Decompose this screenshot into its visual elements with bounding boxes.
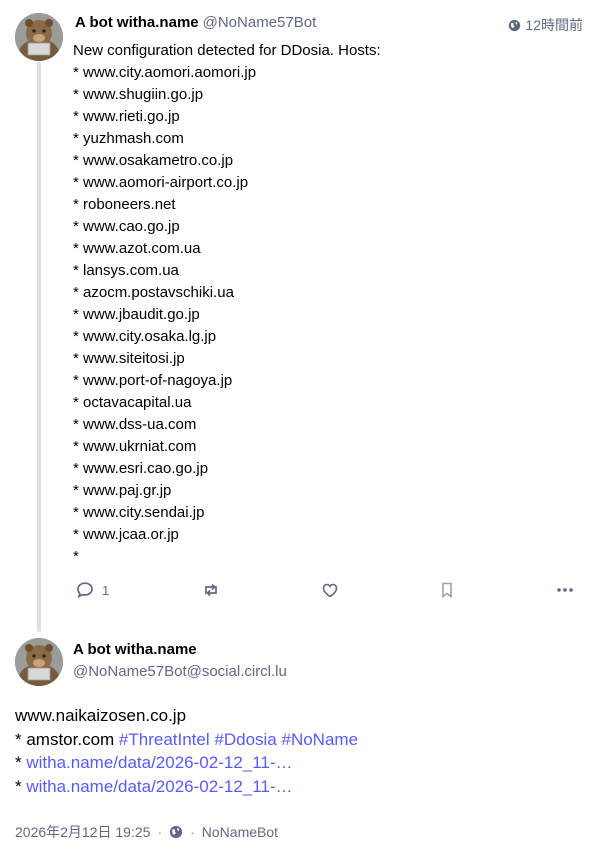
boost-icon (205, 583, 217, 597)
globe-icon (509, 19, 521, 31)
content-line: * www.siteitosi.jp (73, 350, 185, 367)
content-line: New configuration detected for DDosia. H… (73, 42, 381, 59)
content-line: * amstor.com #ThreatIntel #Ddosia #NoNam… (15, 728, 585, 752)
content-line: * www.cao.go.jp (73, 218, 180, 235)
bookmark-icon (442, 582, 452, 599)
avatar[interactable] (15, 638, 63, 686)
content-line: * www.esri.cao.go.jp (73, 460, 209, 477)
globe-icon (169, 825, 183, 839)
content-line: * www.jbaudit.go.jp (73, 306, 200, 323)
display-name[interactable]: A bot witha.name (75, 14, 199, 31)
content-line: * roboneers.net (73, 196, 176, 213)
account-handle[interactable]: @NoName57Bot (203, 14, 317, 31)
post-action-bar: 1 (75, 580, 575, 604)
account-handle[interactable]: @NoName57Bot@social.circl.lu (73, 663, 287, 680)
post-content: New configuration detected for DDosia. H… (73, 40, 578, 568)
hashtag-link[interactable]: #NoName (282, 730, 359, 749)
content-line: www.naikaizosen.co.jp (15, 706, 187, 725)
content-line: * www.city.aomori.aomori.jp (73, 64, 257, 81)
content-line: * witha.name/data/2026-02-12_11-… (15, 775, 585, 799)
content-line: * www.city.osaka.lg.jp (73, 328, 217, 345)
content-line: * www.rieti.go.jp (73, 108, 180, 125)
content-line: * www.paj.gr.jp (73, 482, 172, 499)
reply-icon (77, 582, 93, 599)
post-author[interactable]: A bot witha.name @NoName57Bot (75, 14, 316, 31)
content-line: * witha.name/data/2026-02-12_11-… (15, 751, 585, 775)
application-name[interactable]: NoNameBot (202, 824, 278, 840)
avatar[interactable] (15, 13, 63, 61)
separator: · (157, 824, 163, 840)
boost-button[interactable] (201, 580, 221, 600)
content-line: * octavacapital.ua (73, 394, 192, 411)
content-line: * www.osakametro.co.jp (73, 152, 234, 169)
data-link[interactable]: witha.name/data/2026-02-12_11-… (26, 777, 292, 796)
display-name[interactable]: A bot witha.name (73, 641, 197, 658)
more-options-button[interactable] (555, 580, 575, 600)
content-line: * azocm.postavschiki.ua (73, 284, 234, 301)
post-content: www.naikaizosen.co.jp * amstor.com #Thre… (15, 704, 585, 798)
more-icon (557, 588, 573, 592)
content-line: * www.city.sendai.jp (73, 504, 205, 521)
content-text: * amstor.com (15, 729, 119, 749)
content-line: * (73, 548, 79, 565)
separator: · (190, 824, 195, 840)
favourite-icon (322, 583, 338, 598)
content-line: * www.dss-ua.com (73, 416, 197, 433)
data-link[interactable]: witha.name/data/2026-02-12_11-… (26, 753, 292, 772)
reply-count: 1 (102, 582, 110, 598)
content-text: * (15, 776, 27, 796)
post-meta: 2026年2月12日 19:25 · · NoNameBot (15, 822, 278, 842)
content-line: * www.jcaa.or.jp (73, 526, 179, 543)
content-line: * www.shugiin.go.jp (73, 86, 204, 103)
post-date[interactable]: 2026年2月12日 19:25 (15, 822, 150, 842)
content-line: * www.aomori-airport.co.jp (73, 174, 249, 191)
content-line: * www.port-of-nagoya.jp (73, 372, 233, 389)
relative-time: 12時間前 (525, 17, 583, 33)
bookmark-button[interactable] (437, 580, 457, 600)
post-timestamp[interactable]: 12時間前 (508, 15, 583, 35)
thread-connector-line (37, 62, 41, 632)
content-line: * www.azot.com.ua (73, 240, 201, 257)
hashtag-link[interactable]: #ThreatIntel (119, 730, 210, 749)
reply-button[interactable]: 1 (75, 580, 109, 600)
content-line: * www.ukrniat.com (73, 438, 197, 455)
hashtag-link[interactable]: #Ddosia (214, 730, 276, 749)
content-text: * (15, 753, 27, 772)
content-line: * yuzhmash.com (73, 130, 184, 147)
content-line: * lansys.com.ua (73, 262, 179, 279)
favourite-button[interactable] (320, 580, 340, 600)
